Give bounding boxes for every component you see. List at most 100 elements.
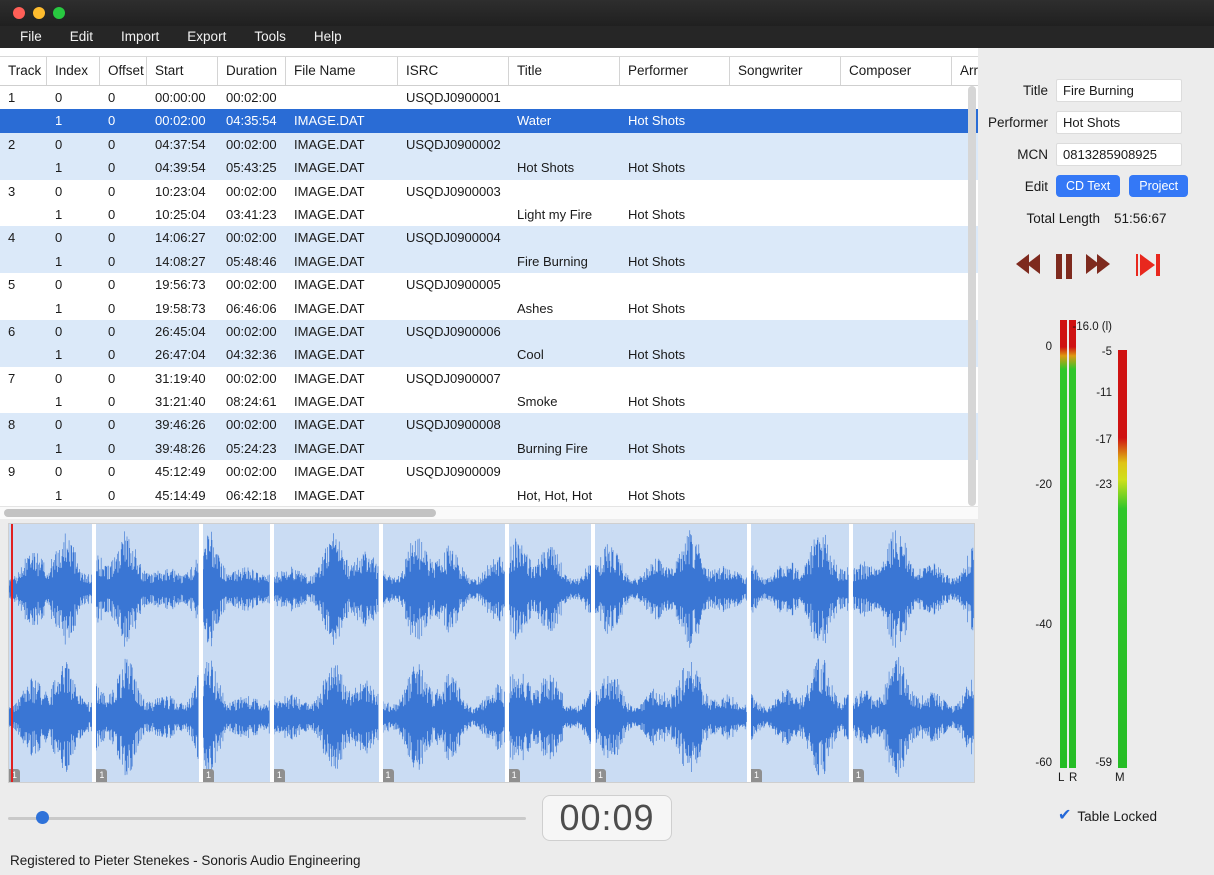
cell-performer[interactable]: Hot Shots [620,343,730,366]
cell-track[interactable]: 5 [0,273,47,296]
cell-start[interactable]: 10:25:04 [147,203,218,226]
cell-title[interactable] [509,320,620,343]
cell-songwriter[interactable] [730,484,841,507]
cell-composer[interactable] [841,367,952,390]
table-row[interactable]: 70031:19:4000:02:00IMAGE.DATUSQDJ0900007 [0,367,978,390]
cell-duration[interactable]: 00:02:00 [218,413,286,436]
cell-file[interactable]: IMAGE.DAT [286,437,398,460]
waveform-segment[interactable]: 1 [595,524,747,782]
waveform-display[interactable]: 111111111 [8,523,975,783]
cell-composer[interactable] [841,86,952,109]
cell-composer[interactable] [841,297,952,320]
cell-title[interactable] [509,367,620,390]
cell-performer[interactable]: Hot Shots [620,203,730,226]
cell-start[interactable]: 10:23:04 [147,180,218,203]
cell-start[interactable]: 00:02:00 [147,109,218,132]
cell-file[interactable]: IMAGE.DAT [286,109,398,132]
cell-performer[interactable] [620,320,730,343]
column-header-start[interactable]: Start [147,57,218,85]
cell-index[interactable]: 1 [47,343,100,366]
cell-offset[interactable]: 0 [100,437,147,460]
menu-tools[interactable]: Tools [240,26,300,48]
cell-isrc[interactable] [398,343,509,366]
cell-file[interactable]: IMAGE.DAT [286,343,398,366]
column-header-title[interactable]: Title [509,57,620,85]
zoom-window-button[interactable] [53,7,65,19]
waveform-segment[interactable]: 1 [751,524,849,782]
cell-file[interactable]: IMAGE.DAT [286,413,398,436]
cell-songwriter[interactable] [730,226,841,249]
cell-duration[interactable]: 05:24:23 [218,437,286,460]
cell-track[interactable]: 9 [0,460,47,483]
cell-offset[interactable]: 0 [100,390,147,413]
cell-track[interactable]: 8 [0,413,47,436]
cell-file[interactable]: IMAGE.DAT [286,460,398,483]
cd-text-button[interactable]: CD Text [1056,175,1120,197]
waveform-segment[interactable]: 1 [96,524,199,782]
cell-duration[interactable]: 08:24:61 [218,390,286,413]
cell-songwriter[interactable] [730,460,841,483]
cell-title[interactable]: Ashes [509,297,620,320]
cell-isrc[interactable] [398,297,509,320]
cell-start[interactable]: 04:37:54 [147,133,218,156]
cell-duration[interactable]: 00:02:00 [218,133,286,156]
cell-offset[interactable]: 0 [100,226,147,249]
cell-performer[interactable] [620,86,730,109]
cell-start[interactable]: 39:48:26 [147,437,218,460]
cell-index[interactable]: 1 [47,156,100,179]
waveform-segment[interactable]: 1 [203,524,270,782]
table-row[interactable]: 1045:14:4906:42:18IMAGE.DATHot, Hot, Hot… [0,484,978,507]
cell-start[interactable]: 14:08:27 [147,250,218,273]
column-header-index[interactable]: Index [47,57,100,85]
cell-offset[interactable]: 0 [100,413,147,436]
cell-offset[interactable]: 0 [100,180,147,203]
cell-duration[interactable]: 03:41:23 [218,203,286,226]
cell-title[interactable] [509,460,620,483]
cell-songwriter[interactable] [730,367,841,390]
cell-offset[interactable]: 0 [100,133,147,156]
cell-index[interactable]: 0 [47,86,100,109]
cell-track[interactable]: 6 [0,320,47,343]
cell-isrc[interactable] [398,109,509,132]
cell-duration[interactable]: 06:42:18 [218,484,286,507]
cell-offset[interactable]: 0 [100,320,147,343]
cell-composer[interactable] [841,250,952,273]
cell-title[interactable]: Burning Fire [509,437,620,460]
cell-composer[interactable] [841,133,952,156]
cell-file[interactable] [286,86,398,109]
cell-index[interactable]: 0 [47,133,100,156]
vertical-scrollbar[interactable] [967,86,978,510]
cell-index[interactable]: 1 [47,109,100,132]
cell-index[interactable]: 0 [47,460,100,483]
cell-title[interactable]: Hot, Hot, Hot [509,484,620,507]
cell-isrc[interactable] [398,250,509,273]
cell-title[interactable] [509,86,620,109]
cell-composer[interactable] [841,109,952,132]
cell-songwriter[interactable] [730,297,841,320]
cell-file[interactable]: IMAGE.DAT [286,180,398,203]
cell-title[interactable]: Smoke [509,390,620,413]
cell-performer[interactable]: Hot Shots [620,250,730,273]
cell-duration[interactable]: 00:02:00 [218,180,286,203]
cell-isrc[interactable] [398,437,509,460]
table-row[interactable]: 1031:21:4008:24:61IMAGE.DATSmokeHot Shot… [0,390,978,413]
waveform-segment[interactable]: 1 [274,524,379,782]
cell-duration[interactable]: 06:46:06 [218,297,286,320]
cell-track[interactable] [0,437,47,460]
menu-edit[interactable]: Edit [56,26,107,48]
waveform-segment[interactable]: 1 [9,524,92,782]
cell-track[interactable]: 3 [0,180,47,203]
cell-track[interactable] [0,484,47,507]
cell-track[interactable] [0,250,47,273]
cell-songwriter[interactable] [730,133,841,156]
project-button[interactable]: Project [1129,175,1188,197]
column-header-composer[interactable]: Composer [841,57,952,85]
menu-file[interactable]: File [6,26,56,48]
cell-isrc[interactable]: USQDJ0900005 [398,273,509,296]
cell-songwriter[interactable] [730,413,841,436]
cell-start[interactable]: 26:47:04 [147,343,218,366]
cell-start[interactable]: 04:39:54 [147,156,218,179]
cell-songwriter[interactable] [730,180,841,203]
cell-isrc[interactable]: USQDJ0900004 [398,226,509,249]
column-header-songwriter[interactable]: Songwriter [730,57,841,85]
